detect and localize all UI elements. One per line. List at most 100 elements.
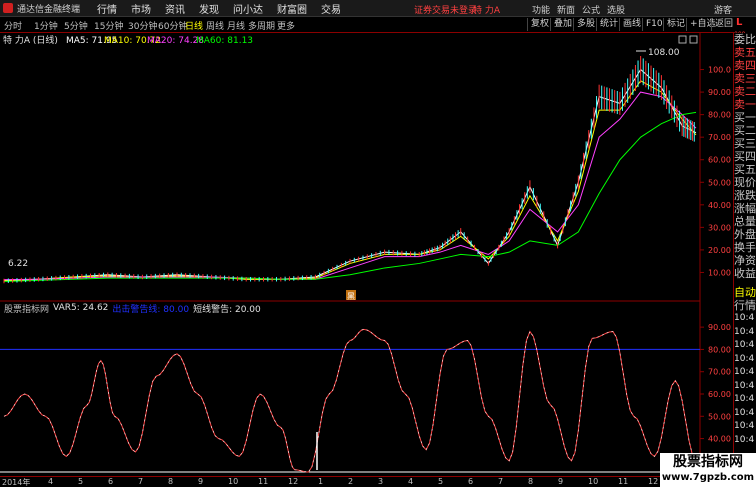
period-monthly[interactable]: 月线 (227, 19, 245, 32)
back-button[interactable]: 返回 (711, 18, 736, 31)
quote-label: 委比 (734, 33, 756, 46)
price-tick-label: 10.00 (708, 268, 731, 277)
date-label: 9 (558, 477, 564, 486)
right-badge: L 000 (734, 17, 756, 38)
quote-sub-label[interactable]: 自动 (734, 286, 756, 299)
watermark: 股票指标网 www.7gpzb.com (660, 453, 756, 487)
indicator-tick-label: 40.00 (708, 435, 731, 444)
date-label: 3 (378, 477, 384, 486)
price-tick-label: 40.00 (708, 201, 731, 210)
price-tick-label: 100.0 (708, 66, 731, 75)
price-tick-label: 30.00 (708, 223, 731, 232)
menu-wealth[interactable]: 财富圈 (277, 1, 307, 16)
quote-label: 卖二 (734, 85, 756, 98)
quote-label: 卖五 (734, 46, 756, 59)
l-badge: L (736, 17, 743, 28)
tick-time: 10:4 (734, 353, 755, 364)
quote-panel: 委比 卖五 卖四 卖三 卖二 卖一 买一 买二 买三 买四 买五 现价 涨跌 涨幅 总量 外盘 换手 净资 收益 自… (733, 33, 756, 487)
new-page-button[interactable]: 新面 (557, 3, 575, 16)
multi-stock-button[interactable]: 多股 (573, 18, 598, 31)
date-label: 5 (438, 477, 444, 486)
quote-label: 收益 (734, 267, 756, 280)
adjust-button[interactable]: 复权 (527, 18, 552, 31)
tick-time: 10:4 (734, 394, 755, 404)
price-tick-label: 50.00 (708, 178, 731, 187)
quote-label: 外盘 (734, 228, 756, 241)
overlay-button[interactable]: 叠加 (550, 18, 575, 31)
mark-button[interactable]: 标记 (663, 18, 688, 31)
period-60min[interactable]: 60分钟 (158, 19, 187, 32)
indicator-chart[interactable]: 90.0080.0070.0060.0050.0040.0030.00 (0, 302, 733, 476)
indicator-tick-label: 60.00 (708, 390, 731, 399)
function-button[interactable]: 功能 (532, 3, 550, 16)
period-toolbar: 分时 1分钟 5分钟 15分钟 30分钟 60分钟 日线 周线 月线 多周期 更… (0, 17, 756, 33)
quote-label: 卖四 (734, 59, 756, 72)
period-more[interactable]: 更多 (277, 19, 295, 32)
menu-news[interactable]: 资讯 (165, 1, 185, 16)
chart-stock-label: 特 力A (日线) (3, 34, 58, 46)
period-daily[interactable]: 日线 (185, 19, 203, 32)
period-intraday[interactable]: 分时 (4, 19, 22, 32)
quote-label: 净资 (734, 254, 756, 267)
date-label: 2014年 (2, 478, 31, 487)
app-title: 通达信金融终端 (17, 4, 81, 15)
quote-sub-label[interactable]: 行情 (734, 299, 756, 312)
price-tick-label: 70.00 (708, 133, 731, 142)
menu-market[interactable]: 市场 (131, 1, 151, 16)
indicator-tick-label: 80.00 (708, 345, 731, 354)
period-weekly[interactable]: 周线 (206, 19, 224, 32)
date-label: 6 (108, 477, 114, 486)
stock-name-top: 特 力A (473, 6, 501, 16)
date-axis: 2014年4567891011121234567891011121 (0, 476, 700, 487)
statistics-button[interactable]: 统计 (596, 18, 621, 31)
date-label: 7 (498, 477, 504, 486)
indicator-var: VAR5: 24.62 (53, 303, 109, 313)
tick-time: 10:4 (734, 313, 755, 323)
quote-labels: 委比 卖五 卖四 卖三 卖二 卖一 买一 买二 买三 买四 买五 现价 涨跌 涨幅 总量 外盘 换手 净资 收益 (734, 33, 756, 280)
menu-quotes[interactable]: 行情 (97, 1, 117, 16)
period-5min[interactable]: 5分钟 (64, 19, 88, 32)
date-label: 12 (288, 477, 299, 486)
formula-button[interactable]: 公式 (582, 3, 600, 16)
indicator-tick-label: 70.00 (708, 368, 731, 377)
quote-label: 卖三 (734, 72, 756, 85)
event-marker: 黑 (347, 292, 355, 301)
high-marker: 108.00 (648, 48, 680, 58)
quote-label: 涨幅 (734, 202, 756, 215)
login-notice[interactable]: 证券交易未登录 (414, 3, 477, 16)
date-label: 12 (648, 477, 659, 486)
quote-label: 买一 (734, 111, 756, 124)
menu-trade[interactable]: 交易 (321, 1, 341, 16)
tick-time: 10:4 (734, 367, 755, 377)
tick-time: 10:4 (734, 407, 755, 418)
price-chart[interactable]: 特 力A (日线) MA5: 71.95 MA10: 70.72 MA20: 7… (0, 33, 733, 302)
price-tick-label: 90.00 (708, 88, 731, 97)
date-label: 6 (468, 477, 474, 486)
date-label: 8 (168, 477, 174, 486)
guest-label[interactable]: 游客 (714, 3, 732, 16)
indicator-tick-label: 90.00 (708, 323, 731, 332)
date-label: 5 (78, 477, 84, 486)
quote-label: 买三 (734, 137, 756, 150)
period-1min[interactable]: 1分钟 (34, 19, 58, 32)
period-30min[interactable]: 30分钟 (128, 19, 157, 32)
date-label: 7 (138, 477, 144, 486)
ma60-legend: MA60: 81.13 (196, 36, 253, 46)
stock-picker-button[interactable]: 选股 (607, 3, 625, 16)
menu-discover[interactable]: 发现 (199, 1, 219, 16)
quote-label: 换手 (734, 241, 756, 254)
date-label: 4 (48, 477, 54, 486)
quote-label: 买二 (734, 124, 756, 137)
quote-label: 现价 (734, 176, 756, 189)
watermark-url: www.7gpzb.com (661, 472, 755, 483)
period-multi[interactable]: 多周期 (248, 19, 275, 32)
menu-ask[interactable]: 问小达 (233, 1, 263, 16)
date-label: 11 (258, 477, 269, 486)
tick-time: 10:4 (734, 340, 755, 350)
price-tick-label: 20.00 (708, 246, 731, 255)
draw-line-button[interactable]: 画线 (619, 18, 644, 31)
indicator-name[interactable]: 股票指标网 (4, 302, 49, 315)
period-15min[interactable]: 15分钟 (94, 19, 123, 32)
tick-time: 10:4 (734, 421, 755, 431)
watermark-title: 股票指标网 (673, 454, 743, 470)
